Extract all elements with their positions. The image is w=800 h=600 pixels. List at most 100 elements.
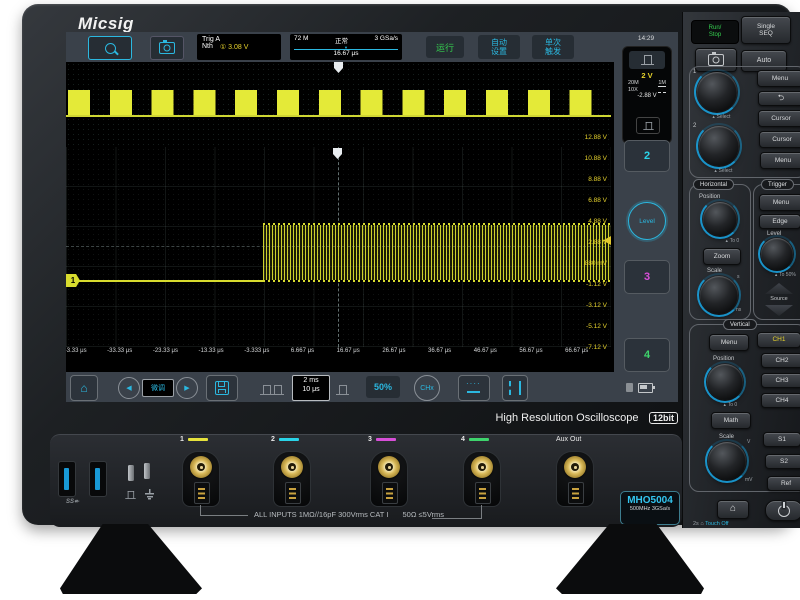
run-stop-button[interactable]: Run/Stop — [691, 20, 739, 44]
device-body: Micsig Trig A Nth① 3.08 V 72 M 正常 3 GSa/… — [22, 4, 792, 525]
menu-up-button[interactable]: Menu — [760, 152, 800, 169]
save-icon — [215, 381, 229, 395]
callout-line — [481, 505, 482, 519]
single-trigger-button[interactable]: 单次触发 — [532, 35, 574, 59]
cursor-button-b[interactable]: Cursor — [759, 131, 800, 148]
dc-coupling-icon — [658, 86, 666, 93]
search-button[interactable] — [88, 36, 132, 60]
t-scale-label: -33.33 μs — [107, 348, 132, 354]
usb-port-2 — [89, 461, 107, 497]
sidebar-channel4-button[interactable]: 4 — [624, 338, 670, 372]
camera-icon — [159, 42, 175, 54]
prev-icon: ◀ — [126, 384, 131, 392]
timebase-box[interactable]: 2 ms 10 μs — [292, 375, 330, 401]
vertical-menu-button[interactable]: Menu — [709, 334, 749, 351]
sample-rate: 3 GSa/s — [375, 35, 398, 45]
s1-button[interactable]: S1 — [763, 432, 800, 447]
horizontal-scale-knob[interactable] — [700, 276, 738, 314]
overview-band[interactable] — [66, 62, 611, 149]
trigger-level-knob[interactable] — [761, 238, 793, 270]
prev-button[interactable]: ◀ — [118, 377, 140, 399]
screenshot-button[interactable] — [150, 36, 184, 60]
sidebar-channel2-button[interactable]: 2 — [624, 140, 670, 172]
main-timebase-icon-wrap — [260, 382, 284, 400]
bit-depth-badge: 12bit — [649, 412, 678, 424]
edge-button[interactable]: Edge — [759, 214, 800, 229]
vertical-position-knob[interactable] — [707, 364, 743, 400]
save-button[interactable] — [206, 375, 238, 401]
double-pulse-icon — [271, 385, 284, 395]
multifunction-knob-2[interactable] — [699, 126, 739, 166]
auto-setup-button[interactable]: 自动设置 — [478, 35, 520, 59]
percent-button[interactable]: 50% — [366, 376, 400, 398]
aux-out-bnc — [556, 451, 594, 507]
power-button[interactable] — [765, 500, 800, 521]
ch3-button[interactable]: CH3 — [761, 373, 800, 388]
t-scale-label: 36.67 μs — [428, 348, 451, 354]
v-scale-label: 12.88 V — [585, 135, 607, 142]
trigger-info-box[interactable]: Trig A Nth① 3.08 V — [197, 34, 281, 60]
auto-setup-line2: 设置 — [491, 47, 507, 56]
channel1-color-dash — [188, 438, 208, 441]
channel2-info-stack[interactable]: 2 V 20M1M 10X -2.88 V — [622, 46, 672, 144]
home-button[interactable]: ⌂ — [70, 375, 98, 401]
home-icon: ⌂ — [80, 381, 87, 395]
cursor-menu-button[interactable] — [458, 375, 490, 401]
acquisition-info-box[interactable]: 72 M 正常 3 GSa/s ▼ 16.67 μs — [290, 34, 402, 60]
trigger-position-marker-overview[interactable] — [334, 62, 343, 73]
trigger-mode: Nth — [202, 43, 213, 51]
screen-topbar: Trig A Nth① 3.08 V 72 M 正常 3 GSa/s ▼ 16.… — [66, 32, 678, 62]
multifunction-knob-1[interactable] — [697, 72, 737, 112]
run-button[interactable]: 运行 — [426, 36, 464, 58]
model-number: MHO5004 — [621, 495, 679, 506]
cursor-button-a[interactable]: Cursor — [758, 110, 800, 127]
chx-button[interactable]: CHx — [414, 375, 440, 401]
channel1-label: 1 — [180, 436, 208, 443]
sidebar-channel3-button[interactable]: 3 — [624, 260, 670, 294]
horizontal-position-knob[interactable] — [703, 202, 737, 236]
vertical-cursor-button[interactable] — [502, 375, 528, 401]
next-icon: ▶ — [184, 384, 189, 392]
single-seq-button[interactable]: SingleSEQ — [741, 16, 791, 44]
ch4-button[interactable]: CH4 — [761, 393, 800, 408]
ref-button[interactable]: Ref — [767, 476, 800, 491]
auto-setup-line1: 自动 — [491, 38, 507, 47]
screen-toolbar: ⌂ ◀ 微调 ▶ 2 ms 10 μs 50% CHx — [66, 372, 678, 402]
coupling-button-bottom[interactable] — [636, 117, 660, 134]
next-button[interactable]: ▶ — [176, 377, 198, 399]
channel3-bnc-input — [370, 451, 408, 507]
v-scale-label: 6.88 V — [588, 198, 607, 205]
stand-foot-left — [60, 524, 202, 594]
channel2-bnc-input — [273, 451, 311, 507]
menu-down-button[interactable]: Menu — [757, 70, 800, 87]
back-button[interactable]: ⮌ — [758, 91, 800, 106]
zoom-button[interactable]: Zoom — [703, 248, 741, 265]
ch2-button[interactable]: CH2 — [761, 353, 800, 368]
power-icon — [778, 505, 790, 517]
sidebar-level-button[interactable]: Level — [628, 202, 666, 240]
h-position-marker-icon: ▼ — [344, 46, 348, 50]
dotted-line-icon — [466, 383, 482, 394]
unit-s-label: s — [737, 275, 740, 280]
waveform-area[interactable]: 1 — [66, 147, 611, 347]
overview-baseline — [66, 115, 611, 117]
touch-home-button[interactable]: ⌂ — [717, 500, 749, 519]
ch2-offset: -2.88 V — [625, 93, 669, 99]
model-specs: 500MHz 3GSa/s — [621, 506, 679, 512]
trigger-level-value: ① 3.08 V — [220, 43, 248, 51]
channel1-marker[interactable]: 1 — [66, 274, 80, 287]
channel2-label: 2 — [271, 436, 299, 443]
fine-tune-box[interactable]: 微调 — [142, 379, 174, 397]
v-scale-label: -5.12 V — [586, 324, 607, 331]
tagline: High Resolution Oscilloscope 12bit — [362, 408, 678, 426]
v-scale-label: 880 mV — [585, 261, 607, 268]
s2-button[interactable]: S2 — [765, 454, 800, 469]
vertical-scale-knob[interactable] — [708, 442, 746, 480]
ch1-button[interactable]: CH1 — [757, 332, 800, 348]
trigger-menu-button[interactable]: Menu — [759, 194, 800, 211]
knob1-select-label: ▲Select — [701, 115, 741, 120]
trigger-position-marker[interactable] — [333, 148, 342, 159]
back-icon: ⮌ — [778, 94, 784, 103]
math-button[interactable]: Math — [711, 412, 751, 429]
coupling-button-top[interactable] — [629, 51, 665, 69]
